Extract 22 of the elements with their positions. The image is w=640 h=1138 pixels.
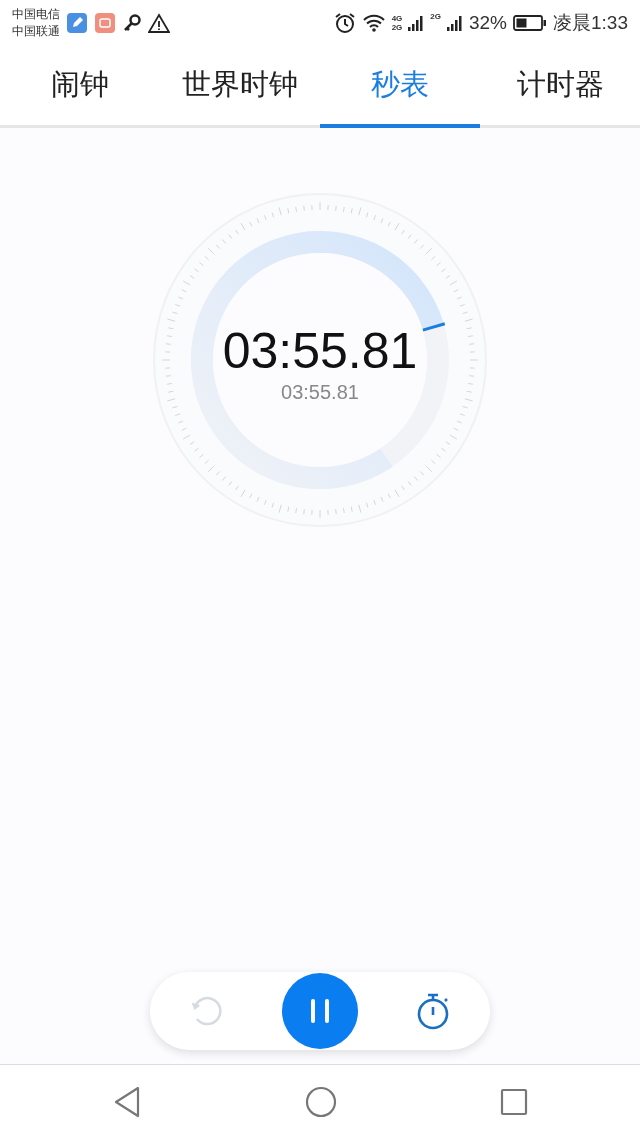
battery-icon bbox=[513, 13, 547, 32]
tab[interactable]: 世界时钟 bbox=[160, 45, 320, 128]
battery-percent: 32% bbox=[469, 11, 507, 34]
carrier-name: 中国电信 bbox=[12, 5, 60, 23]
elapsed-time: 03:55.81 bbox=[222, 323, 418, 379]
tab[interactable]: 秒表 bbox=[320, 45, 480, 128]
key-icon bbox=[122, 12, 142, 33]
pause-icon bbox=[308, 998, 332, 1024]
tab[interactable]: 计时器 bbox=[480, 45, 640, 128]
status-time: 凌晨1:33 bbox=[553, 10, 628, 35]
tab[interactable]: 闹钟 bbox=[0, 45, 160, 128]
carrier-name: 中国联通 bbox=[12, 22, 60, 40]
network-type: 2G bbox=[391, 22, 403, 32]
warning-icon bbox=[148, 12, 170, 33]
home-button[interactable] bbox=[305, 1085, 337, 1118]
lap-time: 03:55.81 bbox=[281, 380, 359, 405]
recents-button[interactable] bbox=[500, 1087, 529, 1116]
network-type: 4G bbox=[391, 13, 403, 23]
edit-app-icon bbox=[66, 11, 88, 34]
wifi-icon bbox=[361, 12, 386, 33]
alarm-icon bbox=[333, 11, 356, 34]
network-type: 2G bbox=[430, 12, 441, 21]
